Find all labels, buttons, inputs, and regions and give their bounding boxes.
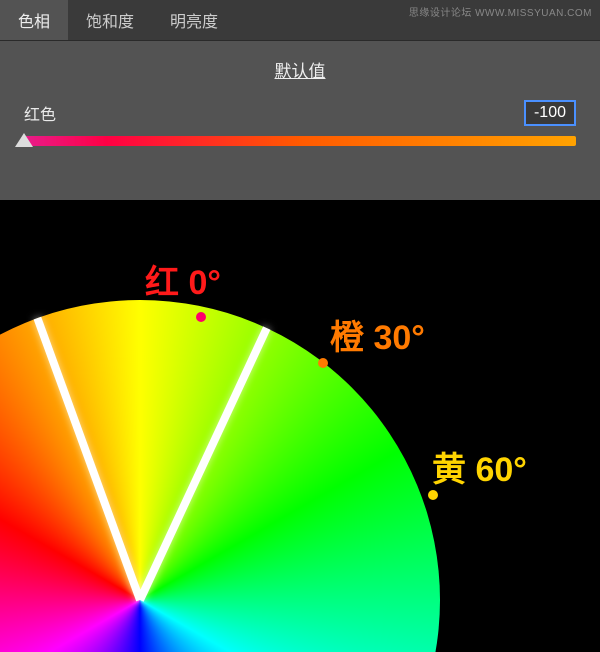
slider-value-red[interactable]: -100: [524, 100, 576, 126]
watermark-text: 思缘设计论坛 WWW.MISSYUAN.COM: [409, 4, 592, 19]
hsl-panel: 思缘设计论坛 WWW.MISSYUAN.COM 色相 饱和度 明亮度 默认值 红…: [0, 0, 600, 200]
wheel-line-left: [34, 317, 144, 602]
label-yellow: 黄 60°: [432, 442, 527, 491]
color-wheel-diagram: 红 0° 橙 30° 黄 60°: [0, 200, 600, 652]
dot-red: [196, 312, 206, 322]
dot-orange: [318, 358, 328, 368]
slider-label-red: 红色: [24, 101, 56, 125]
red-slider-row: 红色 -100: [0, 100, 600, 146]
slider-track-red[interactable]: [24, 136, 576, 146]
wheel-line-right: [136, 326, 270, 601]
label-red: 红 0°: [145, 255, 221, 304]
dot-yellow: [428, 490, 438, 500]
tab-hue[interactable]: 色相: [0, 0, 68, 40]
default-link[interactable]: 默认值: [275, 62, 326, 81]
tab-lightness[interactable]: 明亮度: [152, 0, 236, 40]
slider-thumb-red[interactable]: [15, 133, 33, 147]
tab-saturation[interactable]: 饱和度: [68, 0, 152, 40]
label-orange: 橙 30°: [330, 310, 425, 359]
